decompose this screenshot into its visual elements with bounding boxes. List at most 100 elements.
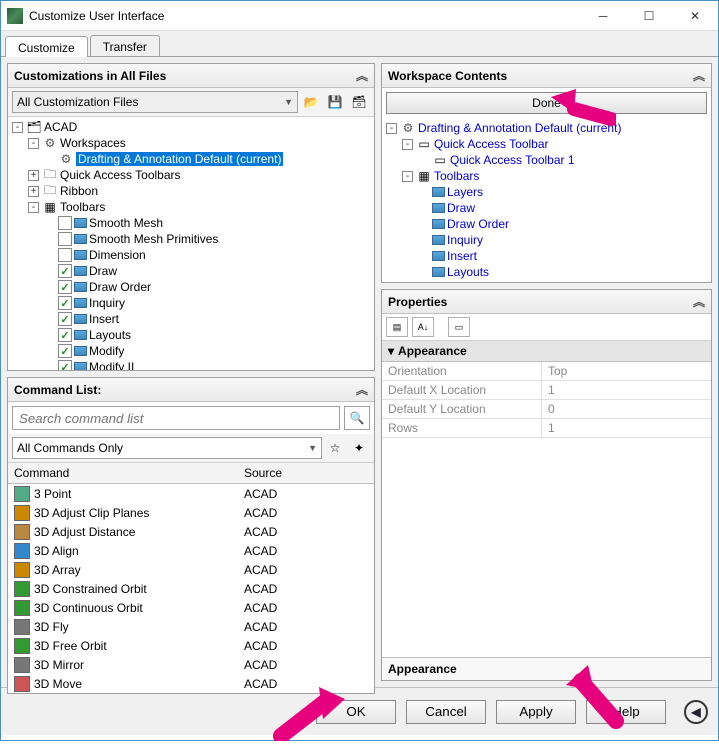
search-icon[interactable]: 🔍 <box>344 406 370 430</box>
save-all-icon[interactable]: 🗃 <box>348 91 370 113</box>
ok-button[interactable]: OK <box>316 700 396 724</box>
command-row[interactable]: 3D AlignACAD <box>8 541 374 560</box>
checkbox[interactable] <box>58 232 72 246</box>
tree-item[interactable]: Inquiry <box>447 233 483 247</box>
tree-item[interactable]: Layouts <box>89 328 131 342</box>
apply-button[interactable]: Apply <box>496 700 576 724</box>
customizations-header[interactable]: Customizations in All Files ︽ <box>8 64 374 88</box>
command-source: ACAD <box>238 655 374 675</box>
toolbar-icon <box>432 219 445 229</box>
command-row[interactable]: 3D FlyACAD <box>8 617 374 636</box>
back-icon[interactable]: ◀ <box>684 700 708 724</box>
workspace-contents-header[interactable]: Workspace Contents ︽ <box>382 64 711 88</box>
tree-item[interactable]: Layers <box>447 185 483 199</box>
minimize-button[interactable]: ─ <box>580 1 626 31</box>
property-value[interactable]: 0 <box>542 400 561 418</box>
expander-icon[interactable]: - <box>28 138 39 149</box>
tree-item[interactable]: Quick Access Toolbar 1 <box>450 153 575 167</box>
tree-item[interactable]: Draw Order <box>447 217 509 231</box>
help-button[interactable]: Help <box>586 700 666 724</box>
alphabetical-icon[interactable]: A↓ <box>412 317 434 337</box>
workspace-tree[interactable]: -⚙Drafting & Annotation Default (current… <box>382 118 711 282</box>
cancel-button[interactable]: Cancel <box>406 700 486 724</box>
property-row[interactable]: Rows1 <box>382 419 711 438</box>
category-appearance[interactable]: ▾Appearance <box>382 341 711 362</box>
expander-icon[interactable]: - <box>402 171 413 182</box>
command-row[interactable]: 3D Adjust DistanceACAD <box>8 522 374 541</box>
tree-item[interactable]: Draw <box>447 201 475 215</box>
checkbox[interactable]: ✓ <box>58 280 72 294</box>
tree-item[interactable]: Draw Order <box>89 280 151 294</box>
property-value[interactable]: 1 <box>542 419 561 437</box>
expander-icon[interactable]: + <box>28 186 39 197</box>
tree-item[interactable]: Smooth Mesh Primitives <box>89 232 218 246</box>
checkbox[interactable]: ✓ <box>58 264 72 278</box>
tree-item[interactable]: Toolbars <box>60 200 105 214</box>
expander-icon[interactable]: - <box>402 139 413 150</box>
tree-item[interactable]: ACAD <box>44 120 77 134</box>
find-icon[interactable]: ☆ <box>324 437 346 459</box>
categorized-icon[interactable]: ▤ <box>386 317 408 337</box>
expander-icon[interactable]: - <box>386 123 397 134</box>
checkbox[interactable]: ✓ <box>58 312 72 326</box>
expander-icon[interactable]: + <box>28 170 39 181</box>
property-row[interactable]: OrientationTop <box>382 362 711 381</box>
tree-item[interactable]: Modify <box>89 344 124 358</box>
customizations-tree[interactable]: -🗂ACAD -⚙Workspaces ⚙Drafting & Annotati… <box>8 117 374 370</box>
tree-item[interactable]: Modify II <box>89 360 134 370</box>
col-command[interactable]: Command <box>8 463 238 483</box>
tree-item[interactable]: Dimension <box>89 248 146 262</box>
property-value[interactable]: Top <box>542 362 573 380</box>
expander-icon[interactable]: - <box>12 122 23 133</box>
tree-item[interactable]: Ribbon <box>60 184 98 198</box>
new-command-icon[interactable]: ✦ <box>348 437 370 459</box>
tree-item[interactable]: Workspaces <box>60 136 126 150</box>
command-row[interactable]: 3D ArrayACAD <box>8 560 374 579</box>
maximize-button[interactable]: ☐ <box>626 1 672 31</box>
tree-item[interactable]: Insert <box>89 312 119 326</box>
command-row[interactable]: 3D MirrorACAD <box>8 655 374 674</box>
open-icon[interactable]: 📂 <box>300 91 322 113</box>
property-pages-icon[interactable]: ▭ <box>448 317 470 337</box>
command-row[interactable]: 3 PointACAD <box>8 484 374 503</box>
tree-item[interactable]: Quick Access Toolbars <box>60 168 181 182</box>
tree-item[interactable]: Inquiry <box>89 296 125 310</box>
command-row[interactable]: 3D Adjust Clip PlanesACAD <box>8 503 374 522</box>
close-button[interactable]: ✕ <box>672 1 718 31</box>
command-grid[interactable]: Command Source 3 PointACAD3D Adjust Clip… <box>8 463 374 693</box>
tree-item[interactable]: Smooth Mesh <box>89 216 163 230</box>
tree-item[interactable]: Modify <box>447 281 482 282</box>
checkbox[interactable]: ✓ <box>58 360 72 370</box>
save-icon[interactable]: 💾 <box>324 91 346 113</box>
command-row[interactable]: 3D Constrained OrbitACAD <box>8 579 374 598</box>
command-row[interactable]: 3D Free OrbitACAD <box>8 636 374 655</box>
property-row[interactable]: Default X Location1 <box>382 381 711 400</box>
checkbox[interactable] <box>58 216 72 230</box>
tree-item[interactable]: Quick Access Toolbar <box>434 137 549 151</box>
tree-item[interactable]: Toolbars <box>434 169 479 183</box>
checkbox[interactable]: ✓ <box>58 328 72 342</box>
done-button[interactable]: Done <box>386 92 707 114</box>
search-input[interactable] <box>12 406 340 430</box>
command-row[interactable]: 3D Continuous OrbitACAD <box>8 598 374 617</box>
command-list-header[interactable]: Command List: ︽ <box>8 378 374 402</box>
checkbox[interactable]: ✓ <box>58 296 72 310</box>
command-row[interactable]: 3D MoveACAD <box>8 674 374 693</box>
command-filter-combo[interactable]: All Commands Only ▼ <box>12 437 322 459</box>
tab-customize[interactable]: Customize <box>5 36 88 57</box>
col-source[interactable]: Source <box>238 463 374 483</box>
tree-item[interactable]: Insert <box>447 249 477 263</box>
customization-files-combo[interactable]: All Customization Files ▼ <box>12 91 298 113</box>
tree-item[interactable]: Draw <box>89 264 117 278</box>
properties-header[interactable]: Properties ︽ <box>382 290 711 314</box>
checkbox[interactable]: ✓ <box>58 344 72 358</box>
tree-item[interactable]: Layouts <box>447 265 489 279</box>
tab-transfer[interactable]: Transfer <box>90 35 160 56</box>
expander-icon[interactable]: - <box>28 202 39 213</box>
command-source: ACAD <box>238 522 374 542</box>
checkbox[interactable] <box>58 248 72 262</box>
tree-item[interactable]: Drafting & Annotation Default (current) <box>418 121 621 135</box>
property-row[interactable]: Default Y Location0 <box>382 400 711 419</box>
tree-item-selected[interactable]: Drafting & Annotation Default (current) <box>76 152 283 166</box>
property-value[interactable]: 1 <box>542 381 561 399</box>
